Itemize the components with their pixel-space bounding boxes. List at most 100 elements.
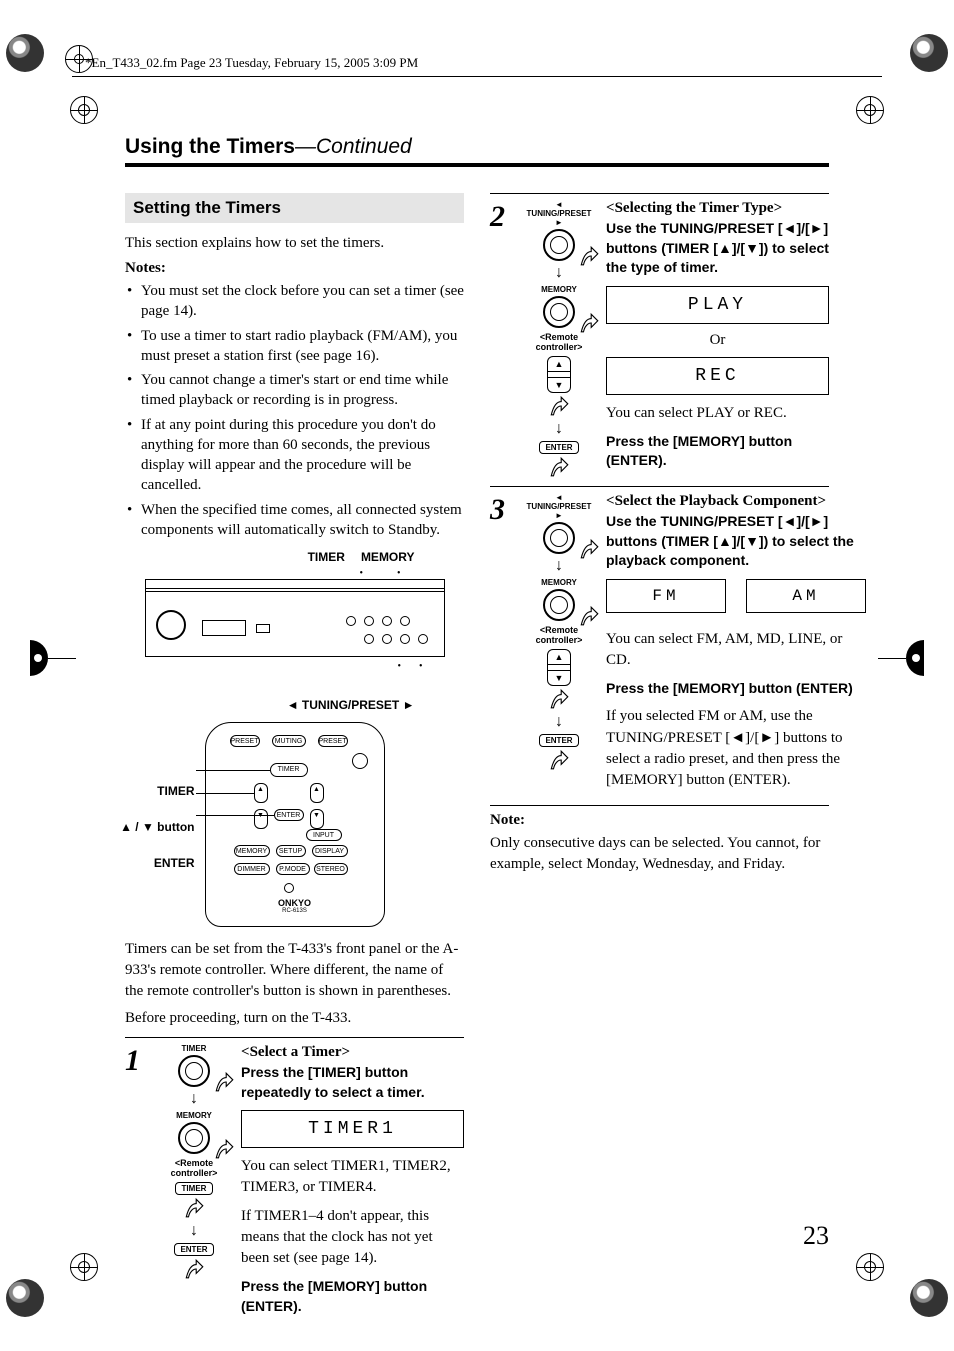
step-number: 2 [490,200,512,480]
chapter-rule [125,163,829,167]
bottom-note-text: Only consecutive days can be selected. Y… [490,833,829,875]
body-para-2: Before proceeding, turn on the T-433. [125,1008,464,1029]
registration-mark-icon [856,1253,884,1281]
registration-mark-icon [856,96,884,124]
note-item: To use a timer to start radio playback (… [125,326,464,367]
step-1-instr: Press the [TIMER] button repeatedly to s… [241,1063,464,1102]
hand-icon [183,1197,205,1219]
step-1-text1: You can select TIMER1, TIMER2, TIMER3, o… [241,1156,464,1198]
step-rule [490,805,829,806]
hand-icon [213,1138,235,1160]
page-content: Using the Timers—Continued Setting the T… [125,135,829,1328]
triangle-right-icon [403,698,415,712]
step-controls: TIMER ↓ MEMORY [159,1044,229,1324]
step-rule [125,1037,464,1038]
triangle-right-icon [555,511,563,520]
remote-figure: TIMER ▲ / ▼ button ENTER PRESET MUTING P… [205,722,385,927]
fp-label-timer: TIMER [308,550,345,564]
triangle-left-icon [555,200,563,209]
ctrl-label-memory: MEMORY [159,1111,229,1120]
intro-text: This section explains how to set the tim… [125,235,464,252]
body-para-1: Timers can be set from the T-433's front… [125,939,464,1002]
corner-ball-icon [6,1279,44,1317]
step-1-text2: If TIMER1–4 don't appear, this means tha… [241,1206,464,1269]
lcd-display: REC [606,357,829,395]
bottom-note-label: Note: [490,812,829,829]
down-arrow-icon: ↓ [524,558,594,574]
remote-enter-pill: ENTER [174,1243,213,1256]
step-controls: TUNING/PRESET ↓ MEMORY [524,200,594,480]
triangle-right-icon [555,218,563,227]
header-rule [72,76,882,77]
hand-icon [213,1071,235,1093]
step-number: 3 [490,493,512,799]
ctrl-label-timer: TIMER [159,1044,229,1053]
pointer-dot: • [419,661,423,672]
corner-ball-icon [910,1279,948,1317]
ctrl-label-memory: MEMORY [524,578,594,587]
step-controls: TUNING/PRESET ↓ MEMORY [524,493,594,799]
step-2-head: <Selecting the Timer Type> [606,200,829,217]
knob-icon [543,296,575,328]
hand-icon [548,688,570,710]
right-column: 2 TUNING/PRESET ↓ MEMORY [490,193,829,1328]
remote-controller-label: <Remote controller> [159,1158,229,1178]
down-arrow-icon: ↓ [524,265,594,281]
step-rule [490,486,829,487]
note-item: If at any point during this procedure yo… [125,415,464,496]
attach-line [48,658,76,659]
front-panel-figure: TIMER MEMORY • • [145,550,445,712]
rc-label-timer: TIMER [115,784,195,798]
lcd-display: PLAY [606,286,829,324]
step-3-head: <Select the Playback Component> [606,493,866,510]
pointer-dot: • [397,568,401,579]
lcd-display: AM [746,579,866,613]
triangle-up-icon [718,533,732,549]
down-arrow-icon: ↓ [524,421,594,437]
remote-updown-icon: ▲▼ [547,356,571,393]
lcd-display: TIMER1 [241,1110,464,1148]
hand-icon [578,605,600,627]
fp-label-memory: MEMORY [361,550,415,564]
hand-icon [548,395,570,417]
attach-line [878,658,906,659]
note-item: When the specified time comes, all conne… [125,500,464,541]
step-3-text1: You can select FM, AM, MD, LINE, or CD. [606,629,866,671]
or-label: Or [606,332,829,349]
pointer-dot: • [359,568,363,579]
down-arrow-icon: ↓ [159,1223,229,1239]
notes-list: You must set the clock before you can se… [125,281,464,540]
triangle-right-icon [759,729,774,746]
step-3: 3 TUNING/PRESET ↓ MEMORY [490,493,829,799]
triangle-left-icon [287,698,299,712]
step-3-instr2: Press the [MEMORY] button (ENTER) [606,679,866,699]
remote-enter-pill: ENTER [539,441,578,454]
remote-controller-label: <Remote controller> [524,332,594,352]
chapter-title-main: Using the Timers [125,135,295,158]
step-2: 2 TUNING/PRESET ↓ MEMORY [490,200,829,480]
step-number: 1 [125,1044,147,1324]
step-2-text1: You can select PLAY or REC. [606,403,829,424]
remote-timer-pill: TIMER [175,1182,214,1195]
triangle-left-icon [783,513,797,529]
ctrl-label-tuning: TUNING/PRESET [524,493,594,520]
down-arrow-icon: ↓ [524,714,594,730]
note-item: You cannot change a timer's start or end… [125,370,464,411]
hand-icon [578,312,600,334]
triangle-right-icon [810,220,824,236]
section-heading: Setting the Timers [125,193,464,223]
hand-icon [548,456,570,478]
knob-icon [178,1122,210,1154]
step-3-instr: Use the TUNING/PRESET []/[] buttons (TIM… [606,512,866,571]
ctrl-label-tuning: TUNING/PRESET [524,200,594,227]
triangle-down-icon [745,240,759,256]
knob-icon [543,229,575,261]
triangle-left-icon [783,220,797,236]
corner-ball-icon [6,34,44,72]
left-column: Setting the Timers This section explains… [125,193,464,1328]
rc-label-updown: ▲ / ▼ button [115,820,195,834]
chapter-title: Using the Timers—Continued [125,135,829,159]
step-rule [490,193,829,194]
knob-icon [178,1055,210,1087]
knob-icon [543,522,575,554]
